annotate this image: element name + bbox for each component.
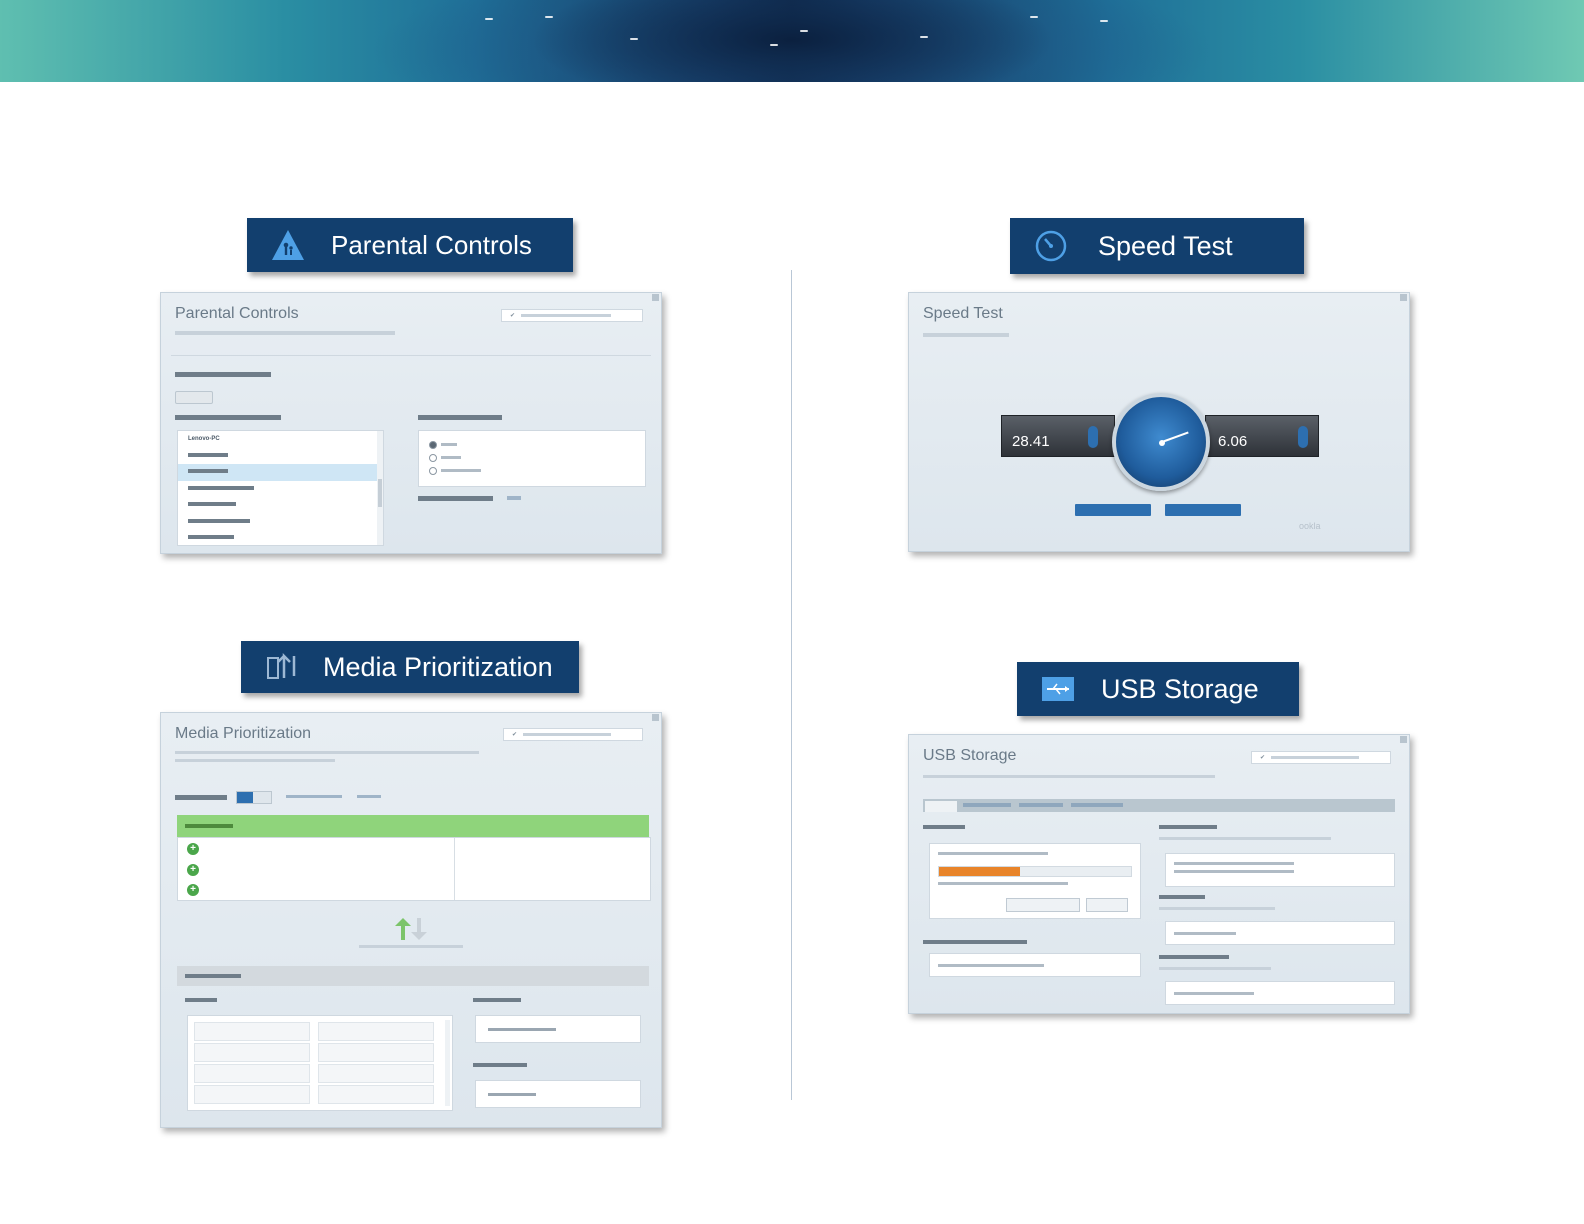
widget-corner — [1400, 736, 1407, 743]
prioritization-toggle[interactable] — [236, 791, 272, 804]
scrollbar[interactable] — [377, 431, 383, 545]
list-item[interactable] — [178, 497, 383, 514]
refresh-button[interactable] — [1086, 898, 1128, 912]
media-prioritization-icon — [263, 648, 301, 686]
widget-corner — [652, 294, 659, 301]
upload-speed-display: 6.06 — [1205, 415, 1319, 457]
device-item[interactable] — [194, 1043, 310, 1062]
ftp-server-box — [1165, 921, 1395, 945]
show-widget-checkbox[interactable]: ✔ — [1251, 751, 1391, 764]
widget-corner — [1400, 294, 1407, 301]
widget-corner — [652, 714, 659, 721]
usb-icon — [1039, 670, 1077, 708]
device-item[interactable] — [194, 1022, 310, 1041]
safely-remove-button[interactable] — [1006, 898, 1080, 912]
parental-controls-title: Parental Controls — [331, 229, 532, 260]
tab-option[interactable] — [963, 803, 1011, 807]
normal-priority-bar — [177, 966, 649, 986]
usb-progress-fill — [939, 867, 1020, 876]
list-item[interactable] — [178, 530, 383, 547]
device-item[interactable] — [194, 1085, 310, 1104]
restart-test-button[interactable] — [1075, 504, 1151, 516]
list-item[interactable] — [178, 464, 383, 481]
scrollbar[interactable] — [445, 1020, 450, 1106]
media-server-box — [1165, 981, 1395, 1005]
select-application-dropdown[interactable] — [475, 1015, 641, 1043]
list-item[interactable] — [178, 448, 383, 465]
speed-test-screenshot: Speed Test 28.41 6.06 ookla — [908, 292, 1410, 552]
device-item[interactable] — [318, 1022, 434, 1041]
high-priority-list[interactable]: + + + — [177, 837, 651, 901]
speed-test-title: Speed Test — [1098, 230, 1233, 261]
drag-arrows-icon — [391, 918, 431, 945]
panel-title: Speed Test — [923, 305, 1003, 322]
column-divider — [791, 270, 792, 1100]
tab-status[interactable] — [925, 801, 957, 812]
block-options[interactable] — [418, 430, 646, 487]
speed-test-header: Speed Test — [1010, 218, 1304, 274]
folder-access-box — [1165, 853, 1395, 887]
parental-controls-screenshot: Parental Controls ✔ Lenovo-PC — [160, 292, 662, 554]
select-game-dropdown[interactable] — [475, 1080, 641, 1108]
list-item[interactable] — [178, 481, 383, 498]
device-item[interactable] — [194, 1064, 310, 1083]
list-item[interactable] — [178, 514, 383, 531]
usb-storage-title: USB Storage — [1101, 673, 1259, 704]
upload-speed-value: 6.06 — [1218, 433, 1248, 450]
tab-option[interactable] — [1071, 803, 1123, 807]
device-list[interactable]: Lenovo-PC — [177, 430, 384, 546]
parental-controls-icon — [269, 226, 307, 264]
device-item[interactable] — [318, 1064, 434, 1083]
add-icon[interactable]: + — [187, 864, 199, 876]
usb-storage-header: USB Storage — [1017, 662, 1299, 716]
usb-tab-bar — [923, 799, 1395, 812]
usb-drive-box — [929, 843, 1141, 919]
enable-toggle[interactable] — [175, 391, 213, 404]
add-icon[interactable]: + — [187, 884, 199, 896]
ookla-logo: ookla — [1299, 521, 1321, 531]
parental-controls-header: Parental Controls — [247, 218, 573, 272]
panel-title: Media Prioritization — [175, 725, 312, 742]
show-history-button[interactable] — [1165, 504, 1241, 516]
speed-gauge — [1112, 393, 1210, 491]
download-speed-display: 28.41 — [1001, 415, 1115, 457]
media-prioritization-screenshot: Media Prioritization ✔ + + + — [160, 712, 662, 1128]
add-icon[interactable]: + — [187, 843, 199, 855]
show-widget-checkbox[interactable]: ✔ — [503, 728, 643, 741]
usb-progress-track — [938, 866, 1132, 877]
device-item[interactable] — [318, 1085, 434, 1104]
panel-title: USB Storage — [923, 747, 1017, 764]
usb-storage-screenshot: USB Storage ✔ — [908, 734, 1410, 1014]
high-priority-bar — [177, 815, 649, 837]
devices-list[interactable] — [187, 1015, 453, 1111]
download-speed-value: 28.41 — [1012, 433, 1050, 450]
tab-option[interactable] — [1019, 803, 1063, 807]
device-item[interactable] — [318, 1043, 434, 1062]
panel-subtitle — [175, 331, 395, 335]
show-widget-checkbox[interactable]: ✔ — [501, 309, 643, 322]
panel-title: Parental Controls — [175, 305, 299, 322]
decorative-banner — [0, 0, 1584, 82]
media-prioritization-title: Media Prioritization — [323, 651, 553, 682]
media-prioritization-header: Media Prioritization — [241, 641, 579, 693]
list-item[interactable]: Lenovo-PC — [178, 431, 383, 448]
secure-folder-box — [929, 953, 1141, 977]
speedometer-icon — [1032, 227, 1070, 265]
